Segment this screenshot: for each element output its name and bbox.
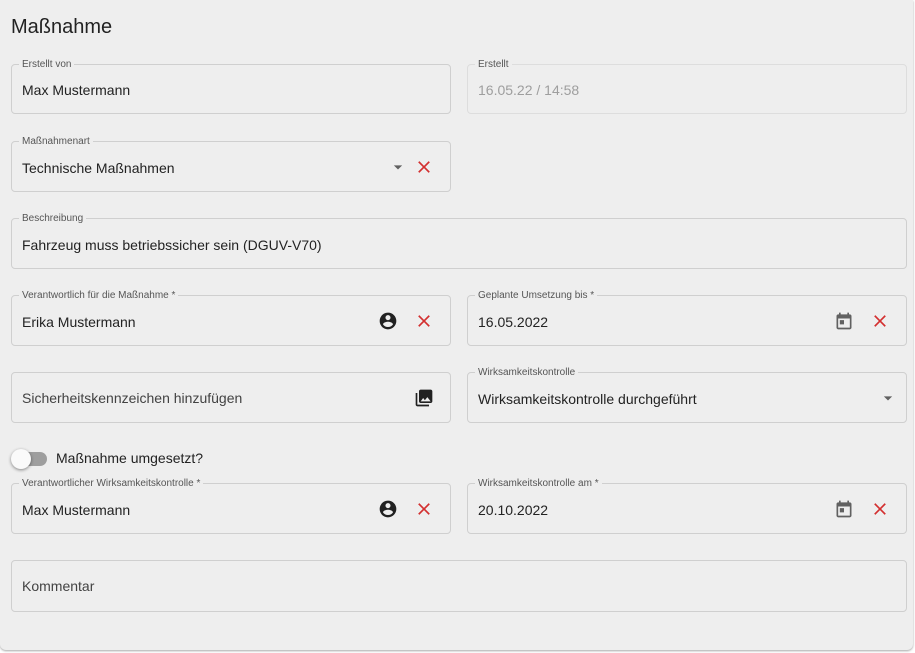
responsible-field[interactable]: Verantwortlich für die Maßnahme * Erika …: [11, 289, 451, 346]
comment-field[interactable]: Kommentar: [11, 560, 907, 612]
measure-type-value: Technische Maßnahmen: [22, 159, 175, 176]
close-icon[interactable]: [870, 311, 890, 331]
arrow-drop-down-icon[interactable]: [388, 157, 408, 177]
measure-type-select[interactable]: Maßnahmenart Technische Maßnahmen: [11, 135, 451, 192]
comment-placeholder: Kommentar: [22, 578, 95, 594]
account-circle-icon[interactable]: [378, 499, 398, 519]
created-value: 16.05.22 / 14:58: [478, 82, 580, 98]
photo-library-icon[interactable]: [414, 388, 434, 408]
close-icon[interactable]: [414, 499, 434, 519]
effectiveness-date-field[interactable]: Wirksamkeitskontrolle am * 20.10.2022: [467, 477, 907, 534]
close-icon[interactable]: [414, 157, 434, 177]
planned-date-value: 16.05.2022: [478, 313, 549, 330]
measure-card: Maßnahme Erstellt von Max Mustermann Ers…: [0, 0, 913, 650]
created-by-field[interactable]: Erstellt von Max Mustermann: [11, 58, 451, 114]
effectiveness-check-select[interactable]: Wirksamkeitskontrolle Wirksamkeitskontro…: [467, 366, 907, 423]
close-icon[interactable]: [870, 499, 890, 519]
responsible-value: Erika Mustermann: [22, 313, 136, 330]
calendar-icon[interactable]: [834, 499, 854, 519]
created-by-value: Max Mustermann: [22, 82, 131, 98]
created-field: Erstellt 16.05.22 / 14:58: [467, 58, 907, 114]
description-value: Fahrzeug muss betriebssicher sein (DGUV-…: [22, 236, 322, 253]
description-field[interactable]: Beschreibung Fahrzeug muss betriebssiche…: [11, 212, 907, 269]
page-title: Maßnahme: [11, 16, 113, 38]
effectiveness-check-value: Wirksamkeitskontrolle durchgeführt: [478, 390, 697, 407]
effectiveness-responsible-value: Max Mustermann: [22, 501, 131, 518]
safety-sign-placeholder: Sicherheitskennzeichen hinzufügen: [22, 389, 243, 406]
planned-date-field[interactable]: Geplante Umsetzung bis * 16.05.2022: [467, 289, 907, 346]
effectiveness-responsible-field[interactable]: Verantwortlicher Wirksamkeitskontrolle *…: [11, 477, 451, 534]
arrow-drop-down-icon[interactable]: [878, 388, 898, 408]
toggle-thumb: [11, 449, 31, 469]
implemented-toggle-label: Maßnahme umgesetzt?: [56, 450, 204, 466]
implemented-toggle[interactable]: [11, 449, 47, 469]
effectiveness-date-value: 20.10.2022: [478, 501, 549, 518]
safety-sign-field[interactable]: Sicherheitskennzeichen hinzufügen: [11, 372, 451, 423]
account-circle-icon[interactable]: [378, 311, 398, 331]
close-icon[interactable]: [414, 311, 434, 331]
calendar-icon[interactable]: [834, 311, 854, 331]
